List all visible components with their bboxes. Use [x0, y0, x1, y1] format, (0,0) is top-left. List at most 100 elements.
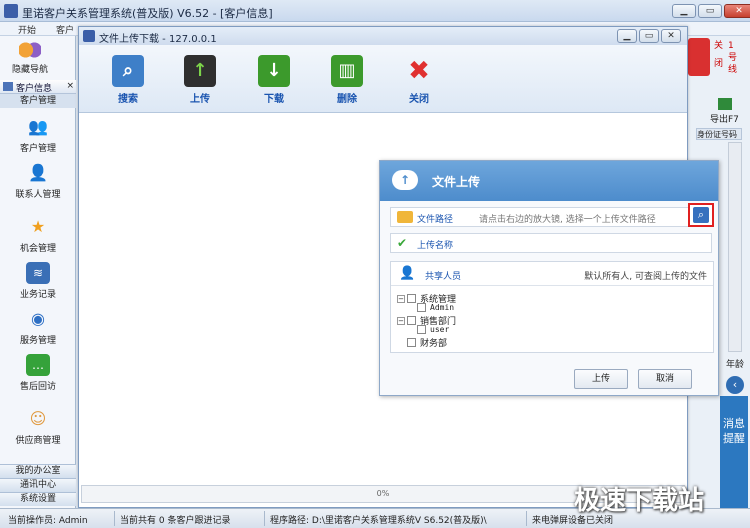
upload-dialog: ↑ 文件上传 文件路径 请点击右边的放大镜, 选择一个上传文件路径 ⌕ ✔ 上传… — [379, 160, 719, 396]
tab-customer-info[interactable]: 客户信息 × — [0, 80, 76, 94]
magnifier-icon: ⌕ — [693, 207, 709, 223]
nav-item-services[interactable]: ◉ 服务管理 — [0, 308, 76, 346]
quit-char: 关 — [714, 41, 724, 51]
checkbox[interactable] — [407, 316, 416, 325]
dialog-close-button[interactable]: ✕ — [661, 29, 681, 43]
chart-icon: ≋ — [26, 262, 50, 284]
upload-icon: ↑ — [184, 55, 216, 87]
expand-icon[interactable]: − — [397, 316, 405, 325]
expand-icon[interactable]: − — [397, 294, 405, 303]
tab-close-icon[interactable]: × — [66, 81, 74, 91]
tree-node-finance[interactable]: 财务部 — [407, 336, 447, 349]
menu-customer[interactable]: 客户 — [56, 23, 74, 36]
globe-icon: ◉ — [31, 309, 45, 328]
dialog-minimize-button[interactable]: ▁ — [617, 29, 637, 43]
main-window-title: 里诺客户关系管理系统(普及版) V6.52 - [客户信息] — [22, 7, 273, 20]
nav-item-business-records[interactable]: ≋ 业务记录 — [0, 262, 76, 300]
line-char: 1 — [728, 41, 734, 51]
vertical-scrollbar[interactable] — [728, 142, 742, 352]
download-label: 下载 — [264, 94, 284, 105]
dialog-restore-button[interactable]: ▭ — [639, 29, 659, 43]
restore-button[interactable]: ▭ — [698, 4, 722, 18]
tree-label: Admin — [430, 303, 455, 312]
share-label: 共享人员 — [425, 272, 462, 282]
checkbox[interactable] — [417, 303, 426, 312]
tree-node-user[interactable]: user — [417, 325, 449, 334]
nav-item-customers[interactable]: 👥 客户管理 — [0, 116, 76, 154]
line-char: 线 — [728, 65, 738, 75]
tab-label: 客户信息 — [16, 84, 53, 94]
checkbox[interactable] — [407, 338, 416, 347]
search-button[interactable]: ⌕ 搜索 — [103, 55, 153, 105]
line-char: 号 — [728, 53, 738, 63]
status-divider — [114, 511, 115, 526]
main-title-bar: 里诺客户关系管理系统(普及版) V6.52 - [客户信息] ▁ ▭ ✕ — [0, 0, 750, 22]
close-tool-button[interactable]: ✖ 关闭 — [394, 55, 444, 105]
tree-node-admin[interactable]: Admin — [417, 303, 454, 312]
close-button[interactable]: ✕ — [724, 4, 750, 18]
upload-button[interactable]: ↑ 上传 — [175, 55, 225, 105]
nav-item-label: 联系人管理 — [15, 190, 61, 200]
nav-section-header: 客户管理 — [0, 94, 76, 108]
chat-icon: … — [26, 354, 50, 376]
checkbox[interactable] — [407, 294, 416, 303]
nav-item-suppliers[interactable]: ☺ 供应商管理 — [0, 408, 76, 446]
search-label: 搜索 — [118, 94, 138, 105]
status-operator: 当前操作员: Admin — [8, 516, 88, 526]
column-header-id[interactable]: 身份证号码 — [696, 128, 742, 140]
nav-item-label: 机会管理 — [19, 244, 56, 254]
download-icon: ↓ — [258, 55, 290, 87]
nav-item-label: 服务管理 — [19, 336, 56, 346]
left-navigation: 隐藏导航 客户信息 × 客户管理 👥 客户管理 👤 联系人管理 ★ 机会管理 ≋… — [0, 36, 76, 508]
checkbox[interactable] — [417, 325, 426, 334]
nav-item-label: 业务记录 — [19, 290, 56, 300]
status-records: 当前共有 0 条客户跟进记录 — [120, 516, 231, 526]
browse-button[interactable]: ⌕ — [688, 203, 714, 227]
minimize-button[interactable]: ▁ — [672, 4, 696, 18]
share-header: 👤 共享人员 默认所有人, 可查阅上传的文件 — [391, 262, 713, 286]
app-logo-icon — [4, 4, 18, 18]
file-path-field[interactable]: 文件路径 请点击右边的放大镜, 选择一个上传文件路径 — [390, 207, 712, 227]
hide-nav-button[interactable]: 隐藏导航 — [2, 38, 58, 78]
dialog-title-bar: 文件上传下载 - 127.0.0.1 ▁ ▭ ✕ — [79, 27, 687, 45]
hide-nav-label: 隐藏导航 — [11, 65, 48, 75]
main-window-controls: ▁ ▭ ✕ — [672, 4, 750, 18]
cancel-button[interactable]: 取消 — [638, 369, 692, 389]
dialog-controls: ▁ ▭ ✕ — [617, 29, 681, 43]
upload-dialog-title: 文件上传 — [432, 175, 481, 189]
upload-submit-button[interactable]: 上传 — [574, 369, 628, 389]
nav-item-label: 客户管理 — [19, 144, 56, 154]
collapse-arrow-icon[interactable]: ‹ — [726, 376, 744, 394]
quit-button[interactable]: 关 闭 1 号 线 — [688, 38, 738, 78]
nav-item-label: 售后回访 — [19, 382, 56, 392]
dialog-toolbar: ⌕ 搜索 ↑ 上传 ↓ 下载 ▥ 删除 ✖ 关闭 — [79, 45, 687, 113]
search-icon: ⌕ — [112, 55, 144, 87]
contact-icon: 👤 — [28, 163, 48, 182]
upload-name-field[interactable]: ✔ 上传名称 — [390, 233, 712, 253]
download-button[interactable]: ↓ 下载 — [249, 55, 299, 105]
cloud-upload-icon: ↑ — [392, 170, 418, 190]
nav-system-settings[interactable]: 系统设置 — [0, 492, 76, 506]
quit-char: 闭 — [714, 59, 724, 69]
delete-button[interactable]: ▥ 删除 — [322, 55, 372, 105]
nav-communication-center[interactable]: 通讯中心 — [0, 478, 76, 492]
dialog-app-icon — [83, 30, 95, 42]
share-hint: 默认所有人, 可查阅上传的文件 — [584, 272, 707, 282]
nav-item-opportunities[interactable]: ★ 机会管理 — [0, 216, 76, 254]
nav-my-office[interactable]: 我的办公室 — [0, 464, 76, 478]
add-person-icon: 👤 — [399, 266, 416, 281]
users-icon: 👥 — [28, 117, 48, 136]
star-icon: ★ — [30, 217, 46, 236]
column-header-age[interactable]: 年龄 — [726, 357, 744, 370]
menu-start[interactable]: 开始 — [18, 23, 36, 36]
status-path: 程序路径: D:\里诺客户关系管理系统V S6.52(普及版)\ — [270, 516, 487, 526]
export-button[interactable]: 导出F7 — [710, 98, 739, 125]
nav-item-contacts[interactable]: 👤 联系人管理 — [0, 162, 76, 200]
share-panel: 👤 共享人员 默认所有人, 可查阅上传的文件 − 系统管理 Admin − 销售部门… — [390, 261, 714, 353]
tab-icon — [3, 82, 13, 91]
close-label: 关闭 — [409, 94, 429, 105]
upload-name-label: 上传名称 — [417, 241, 454, 251]
nav-item-after-sales[interactable]: … 售后回访 — [0, 354, 76, 392]
upload-label: 上传 — [190, 94, 210, 105]
message-panel[interactable]: 消息提醒 — [720, 396, 748, 508]
